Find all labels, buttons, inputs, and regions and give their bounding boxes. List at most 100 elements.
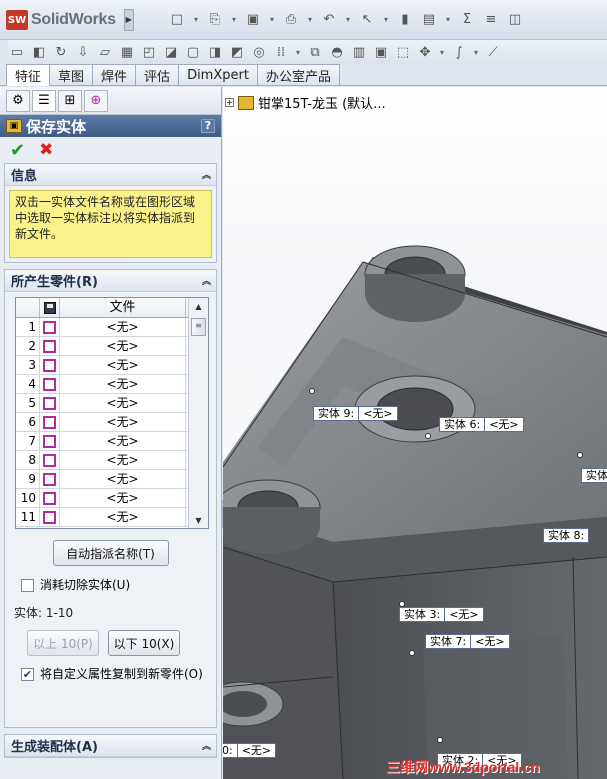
combine-icon[interactable]: ▣ (372, 43, 390, 61)
rebuild-icon[interactable]: ▮ (396, 10, 414, 28)
save-body-checkbox[interactable] (43, 415, 56, 429)
save-body-checkbox[interactable] (43, 396, 56, 410)
options-icon[interactable]: ▤ (420, 10, 438, 28)
table-row[interactable]: 11 <无> (16, 508, 208, 527)
graphics-area[interactable]: + 钳掌15T-龙玉 (默认... 实体 9: <无> 实体 6: <无> 实体… (223, 87, 607, 779)
body-tag-6[interactable]: 实体 6: <无> (439, 417, 524, 432)
configuration-manager-icon[interactable]: ⊞ (58, 89, 82, 112)
equation-icon[interactable]: ≡ (482, 10, 500, 28)
table-row[interactable]: 4 <无> (16, 375, 208, 394)
file-cell[interactable]: <无> (60, 451, 186, 469)
print-icon[interactable]: ⎙ (282, 10, 300, 28)
boundary-icon[interactable]: ▱ (96, 43, 114, 61)
body-tag-8[interactable]: 实体 8: (543, 528, 590, 543)
tab-office-products[interactable]: 办公室产品 (256, 64, 340, 85)
save-body-checkbox[interactable] (43, 377, 56, 391)
open-icon[interactable]: ⎘ (206, 10, 224, 28)
sum-icon[interactable]: Σ (458, 10, 476, 28)
undo-icon[interactable]: ↶ (320, 10, 338, 28)
dropdown-arrow-icon[interactable]: ▾ (444, 10, 452, 28)
dropdown-arrow-icon[interactable]: ▾ (382, 10, 390, 28)
help-button[interactable]: ? (201, 119, 215, 133)
table-row[interactable]: 3 <无> (16, 356, 208, 375)
menu-expand-arrow[interactable]: ▶ (123, 9, 134, 31)
dropdown-arrow-icon[interactable]: ▾ (472, 43, 480, 61)
body-tag-3[interactable]: 实体 3: <无> (399, 607, 484, 622)
table-row[interactable]: 8 <无> (16, 451, 208, 470)
file-cell[interactable]: <无> (60, 413, 186, 431)
info-group-header[interactable]: 信息 ︽ (5, 164, 216, 186)
view-icon[interactable]: ◫ (506, 10, 524, 28)
copy-custom-properties-checkbox[interactable]: ✔ (21, 668, 34, 681)
dropdown-arrow-icon[interactable]: ▾ (230, 10, 238, 28)
previous-10-button[interactable]: 以上 10(P) (27, 630, 99, 656)
mirror-icon[interactable]: ⧉ (306, 43, 324, 61)
sweep-icon[interactable]: ↻ (52, 43, 70, 61)
dropdown-arrow-icon[interactable]: ▾ (344, 10, 352, 28)
instant3d-icon[interactable]: ⟋ (484, 43, 502, 61)
dropdown-arrow-icon[interactable]: ▾ (306, 10, 314, 28)
auto-assign-names-button[interactable]: 自动指派名称(T) (52, 540, 169, 566)
expand-plus-icon[interactable]: + (225, 98, 234, 107)
tab-dimxpert[interactable]: DimXpert (178, 64, 258, 85)
collapse-chevron-icon[interactable]: ︽ (202, 739, 211, 752)
tab-weldments[interactable]: 焊件 (92, 64, 137, 85)
select-icon[interactable]: ↖ (358, 10, 376, 28)
pattern-icon[interactable]: ⁞⁞ (272, 43, 290, 61)
new-doc-icon[interactable]: □ (168, 10, 186, 28)
save-body-checkbox[interactable] (43, 491, 56, 505)
tab-features[interactable]: 特征 (6, 64, 51, 86)
scroll-thumb[interactable]: ≡ (191, 318, 206, 336)
file-cell[interactable]: <无> (60, 489, 186, 507)
file-cell[interactable]: <无> (60, 318, 186, 336)
dropdown-arrow-icon[interactable]: ▾ (438, 43, 446, 61)
dome-icon[interactable]: ◓ (328, 43, 346, 61)
solidworks-logo[interactable]: SW SolidWorks ▶ (6, 8, 134, 32)
rib-icon[interactable]: ◨ (206, 43, 224, 61)
file-cell[interactable]: <无> (60, 356, 186, 374)
file-cell[interactable]: <无> (60, 470, 186, 488)
resulting-parts-header[interactable]: 所产生零件(R) ︽ (5, 270, 216, 292)
hole-icon[interactable]: ◎ (250, 43, 268, 61)
fillet-icon[interactable]: ◰ (140, 43, 158, 61)
file-cell[interactable]: <无> (60, 394, 186, 412)
revolve-icon[interactable]: ◧ (30, 43, 48, 61)
cut-icon[interactable]: ▦ (118, 43, 136, 61)
save-body-checkbox[interactable] (43, 320, 56, 334)
table-row[interactable]: 1 <无> (16, 318, 208, 337)
save-body-checkbox[interactable] (43, 358, 56, 372)
table-scrollbar[interactable]: ▲ ≡ ▼ (188, 298, 208, 528)
file-cell[interactable]: <无> (60, 508, 186, 526)
scroll-up-arrow-icon[interactable]: ▲ (189, 298, 208, 316)
next-10-button[interactable]: 以下 10(X) (108, 630, 180, 656)
table-row[interactable]: 2 <无> (16, 337, 208, 356)
file-cell[interactable]: <无> (60, 432, 186, 450)
collapse-chevron-icon[interactable]: ︽ (202, 168, 211, 181)
table-row[interactable]: 5 <无> (16, 394, 208, 413)
curves-icon[interactable]: ∫ (450, 43, 468, 61)
table-row[interactable]: 6 <无> (16, 413, 208, 432)
body-tag-7[interactable]: 实体 7: <无> (425, 634, 510, 649)
loft-icon[interactable]: ⇩ (74, 43, 92, 61)
file-cell[interactable]: <无> (60, 375, 186, 393)
file-cell[interactable]: <无> (60, 337, 186, 355)
dropdown-arrow-icon[interactable]: ▾ (294, 43, 302, 61)
draft-icon[interactable]: ◩ (228, 43, 246, 61)
table-row[interactable]: 10 <无> (16, 489, 208, 508)
tab-sketch[interactable]: 草图 (49, 64, 94, 85)
scroll-down-arrow-icon[interactable]: ▼ (189, 512, 208, 528)
save-body-checkbox[interactable] (43, 453, 56, 467)
dropdown-arrow-icon[interactable]: ▾ (268, 10, 276, 28)
dropdown-arrow-icon[interactable]: ▾ (192, 10, 200, 28)
body-tag-10[interactable]: 0: <无> (223, 743, 277, 758)
feature-manager-icon[interactable]: ⚙ (6, 89, 30, 112)
dimxpert-manager-icon[interactable]: ⊕ (84, 89, 108, 112)
save-body-checkbox[interactable] (43, 510, 56, 524)
ok-check-icon[interactable]: ✔ (10, 140, 25, 161)
tab-evaluate[interactable]: 评估 (135, 64, 180, 85)
save-body-checkbox[interactable] (43, 434, 56, 448)
body-tag-partial[interactable]: 实体 (581, 468, 607, 483)
save-body-checkbox[interactable] (43, 472, 56, 486)
cancel-x-icon[interactable]: ✖ (39, 140, 53, 160)
wrap-icon[interactable]: ▥ (350, 43, 368, 61)
